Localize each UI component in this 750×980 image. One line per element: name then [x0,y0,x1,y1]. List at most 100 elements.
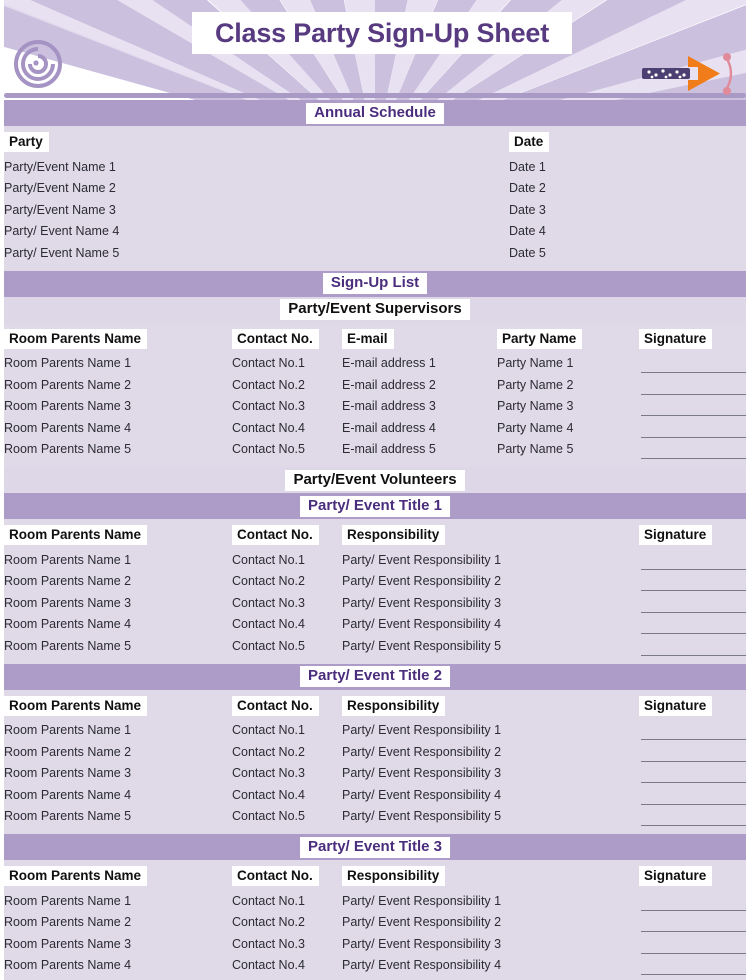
signature-line [641,393,746,395]
cell-signature[interactable] [639,763,746,785]
table-row[interactable]: Room Parents Name 5 Contact No.5 Party/ … [4,976,746,980]
table-row[interactable]: Room Parents Name 1 Contact No.1 Party/ … [4,720,746,742]
cell-signature[interactable] [639,614,746,636]
cell-contact: Contact No.3 [232,936,305,951]
column-header-contact-no: Contact No. [232,328,319,349]
cell-signature[interactable] [639,806,746,828]
cell-party: Party/ Event Name 4 [4,224,120,239]
cell-name: Room Parents Name 4 [4,617,132,632]
cell-name: Room Parents Name 1 [4,356,132,371]
event-title-1: Party/ Event Title 1 [300,495,450,517]
cell-signature[interactable] [639,976,746,980]
cell-responsibility: Party/ Event Responsibility 3 [342,766,502,781]
signature-line [641,760,746,762]
table-row[interactable]: Room Parents Name 5 Contact No.5 Party/ … [4,806,746,828]
table-row[interactable]: Room Parents Name 2 Contact No.2 Party/ … [4,912,746,934]
volunteers-table-1: Room Parents Name Contact No. Responsibi… [4,519,746,664]
table-row[interactable]: Party/Event Name 3 Date 3 [4,199,746,221]
cell-signature[interactable] [639,912,746,934]
cell-contact: Contact No.4 [232,420,305,435]
table-row[interactable]: Room Parents Name 1 Contact No.1 E-mail … [4,353,746,375]
cell-name: Room Parents Name 3 [4,595,132,610]
table-row[interactable]: Room Parents Name 1 Contact No.1 Party/ … [4,549,746,571]
cell-date: Date 3 [509,202,546,217]
signature-line [641,825,746,826]
table-row[interactable]: Room Parents Name 4 Contact No.4 Party/ … [4,955,746,977]
cell-contact: Contact No.2 [232,377,305,392]
table-row[interactable]: Room Parents Name 4 Contact No.4 E-mail … [4,417,746,439]
table-row[interactable]: Room Parents Name 2 Contact No.2 Party/ … [4,741,746,763]
table-row[interactable]: Room Parents Name 1 Contact No.1 Party/ … [4,890,746,912]
subsection-header-supervisors: Party/Event Supervisors [4,296,746,323]
group-header-event-title-2: Party/ Event Title 2 [4,663,746,690]
cell-party-name: Party Name 5 [497,442,574,457]
column-header-party-name: Party Name [497,328,583,349]
cell-responsibility: Party/ Event Responsibility 4 [342,958,502,973]
cell-name: Room Parents Name 1 [4,552,132,567]
cell-name: Room Parents Name 4 [4,958,132,973]
table-row[interactable]: Room Parents Name 3 Contact No.3 Party/ … [4,933,746,955]
party-wand-arrow-icon [642,53,733,95]
cell-responsibility: Party/ Event Responsibility 1 [342,893,502,908]
cell-email: E-mail address 2 [342,377,436,392]
cell-signature[interactable] [639,417,746,439]
table-row[interactable]: Room Parents Name 5 Contact No.5 Party/ … [4,635,746,657]
cell-signature[interactable] [639,353,746,375]
table-row[interactable]: Party/ Event Name 4 Date 4 [4,221,746,243]
cell-signature[interactable] [639,396,746,418]
cell-signature[interactable] [639,592,746,614]
cell-responsibility: Party/ Event Responsibility 5 [342,638,502,653]
cell-signature[interactable] [639,741,746,763]
cell-contact: Contact No.2 [232,915,305,930]
cell-signature[interactable] [639,374,746,396]
table-row[interactable]: Party/ Event Name 5 Date 5 [4,242,746,264]
cell-name: Room Parents Name 5 [4,809,132,824]
cell-responsibility: Party/ Event Responsibility 3 [342,595,502,610]
table-row[interactable]: Room Parents Name 2 Contact No.2 Party/ … [4,571,746,593]
column-header-email: E-mail [342,328,394,349]
cell-signature[interactable] [639,890,746,912]
signature-line [641,952,746,954]
signature-line [641,372,746,373]
cell-party-name: Party Name 1 [497,356,574,371]
cell-signature[interactable] [639,439,746,461]
table-row[interactable]: Party/Event Name 2 Date 2 [4,178,746,200]
cell-signature[interactable] [639,571,746,593]
supervisors-title: Party/Event Supervisors [280,299,470,320]
cell-name: Room Parents Name 2 [4,377,132,392]
table-row[interactable]: Room Parents Name 2 Contact No.2 E-mail … [4,374,746,396]
cell-signature[interactable] [639,720,746,742]
table-row[interactable]: Room Parents Name 3 Contact No.3 Party/ … [4,592,746,614]
cell-signature[interactable] [639,635,746,657]
cell-contact: Contact No.1 [232,552,305,567]
cell-name: Room Parents Name 5 [4,638,132,653]
cell-responsibility: Party/ Event Responsibility 3 [342,936,502,951]
cell-signature[interactable] [639,784,746,806]
cell-responsibility: Party/ Event Responsibility 1 [342,552,502,567]
cell-name: Room Parents Name 2 [4,744,132,759]
cell-responsibility: Party/ Event Responsibility 2 [342,915,502,930]
table-row[interactable]: Party/Event Name 1 Date 1 [4,156,746,178]
table-header-row: Room Parents Name Contact No. Responsibi… [4,690,746,720]
cell-contact: Contact No.4 [232,958,305,973]
supervisors-table: Room Parents Name Contact No. E-mail Par… [4,322,746,467]
cell-responsibility: Party/ Event Responsibility 2 [342,744,502,759]
cell-signature[interactable] [639,549,746,571]
cell-email: E-mail address 1 [342,356,436,371]
volunteers-title: Party/Event Volunteers [285,469,465,491]
cell-signature[interactable] [639,933,746,955]
table-row[interactable]: Room Parents Name 3 Contact No.3 E-mail … [4,396,746,418]
table-row[interactable]: Room Parents Name 4 Contact No.4 Party/ … [4,784,746,806]
signature-line [641,909,746,911]
cell-signature[interactable] [639,955,746,977]
cell-party: Party/ Event Name 5 [4,245,120,260]
table-row[interactable]: Room Parents Name 3 Contact No.3 Party/ … [4,763,746,785]
column-header-signature: Signature [639,328,713,349]
column-header-signature: Signature [639,525,713,545]
column-header-responsibility: Responsibility [342,525,446,545]
cell-name: Room Parents Name 1 [4,893,132,908]
table-row[interactable]: Room Parents Name 5 Contact No.5 E-mail … [4,439,746,461]
table-row[interactable]: Room Parents Name 4 Contact No.4 Party/ … [4,614,746,636]
signature-line [641,931,746,932]
cell-contact: Contact No.5 [232,809,305,824]
